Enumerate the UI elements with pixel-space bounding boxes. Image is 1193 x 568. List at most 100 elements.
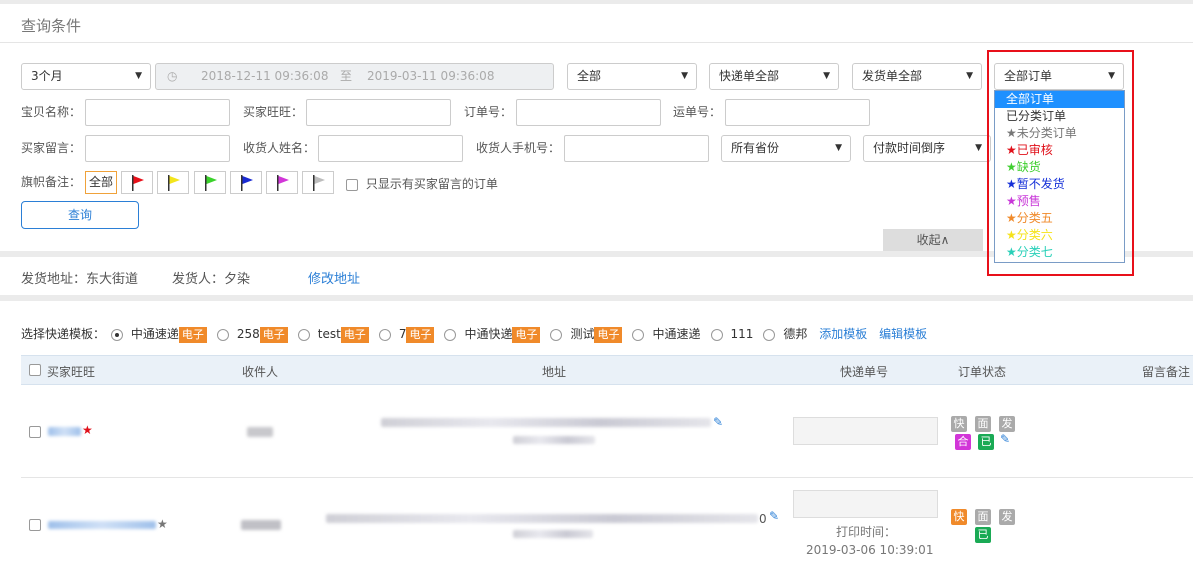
template-bar: 选择快递模板： 中通速递 电子 258 电子 test 电子 7 电子 中通快递 电子 测试 电子 中通… bbox=[21, 325, 927, 343]
row-checkbox[interactable] bbox=[29, 519, 41, 531]
receiver-name-label: 收货人姓名： bbox=[243, 141, 316, 155]
template-radio[interactable] bbox=[710, 328, 723, 341]
badge-fa: 发 bbox=[999, 509, 1015, 525]
red-flag-icon bbox=[132, 175, 144, 191]
print-time-value: 2019-03-06 10:39:01 bbox=[806, 543, 934, 557]
flag-purple-button[interactable] bbox=[266, 171, 298, 194]
period-value: 3个月 bbox=[31, 69, 63, 83]
waybill-no-input[interactable] bbox=[725, 99, 870, 126]
status-select[interactable]: 全部 ▼ bbox=[567, 63, 697, 90]
print-time-label: 打印时间： bbox=[836, 525, 897, 539]
chevron-down-icon: ▼ bbox=[966, 71, 973, 81]
flag-yellow-button[interactable] bbox=[157, 171, 189, 194]
buyer-msg-input[interactable] bbox=[85, 135, 230, 162]
express-filter-value: 快递单全部 bbox=[719, 69, 780, 83]
flag-blue-button[interactable] bbox=[230, 171, 262, 194]
yellow-flag-icon bbox=[168, 175, 180, 191]
order-no-input[interactable] bbox=[516, 99, 661, 126]
template-name: 测试 bbox=[570, 327, 595, 341]
template-option[interactable]: 中通速递 电子 bbox=[110, 326, 207, 343]
orders-panel: 选择快递模板： 中通速递 电子 258 电子 test 电子 7 电子 中通快递 电子 测试 电子 中通… bbox=[0, 301, 1193, 568]
template-option[interactable]: 中通快递 电子 bbox=[444, 326, 541, 343]
select-all-checkbox[interactable] bbox=[29, 364, 41, 376]
flag-green-button[interactable] bbox=[194, 171, 226, 194]
address-blurred-line2 bbox=[513, 530, 593, 538]
address-blurred bbox=[326, 514, 758, 523]
search-button[interactable]: 查询 bbox=[21, 201, 139, 229]
add-template-link[interactable]: 添加模板 bbox=[819, 327, 867, 341]
flag-gray-button[interactable] bbox=[302, 171, 334, 194]
badge-mian: 面 bbox=[975, 509, 991, 525]
template-radio[interactable] bbox=[378, 328, 391, 341]
template-option[interactable]: 测试 电子 bbox=[550, 326, 623, 343]
ship-filter-select[interactable]: 发货单全部 ▼ bbox=[852, 63, 982, 90]
receiver-phone-input[interactable] bbox=[564, 135, 709, 162]
province-select[interactable]: 所有省份 ▼ bbox=[721, 135, 851, 162]
buyer-ww-input[interactable] bbox=[306, 99, 451, 126]
waybill-no-label: 运单号： bbox=[673, 105, 722, 119]
template-radio[interactable] bbox=[297, 328, 310, 341]
template-option[interactable]: 德邦 bbox=[763, 327, 807, 341]
badge-he: 合 bbox=[955, 434, 971, 450]
edit-address-icon[interactable]: ✎ bbox=[713, 415, 723, 429]
chevron-down-icon: ▼ bbox=[975, 143, 982, 153]
buyer-ww-label: 买家旺旺： bbox=[243, 105, 304, 119]
electronic-tag: 电子 bbox=[259, 326, 288, 343]
template-label: 选择快递模板： bbox=[21, 327, 106, 341]
electronic-tag: 电子 bbox=[512, 326, 541, 343]
header-remarks: 留言备注 bbox=[1142, 365, 1191, 379]
receiver-blurred bbox=[241, 520, 281, 530]
collapse-button[interactable]: 收起∧ bbox=[883, 229, 983, 251]
period-select[interactable]: 3个月 ▼ bbox=[21, 63, 151, 90]
template-option[interactable]: 258 电子 bbox=[216, 326, 288, 343]
chevron-down-icon: ▼ bbox=[681, 71, 688, 81]
header-address: 地址 bbox=[542, 365, 567, 379]
buyer-msg-label: 买家留言： bbox=[21, 141, 82, 155]
address-blurred bbox=[381, 418, 711, 427]
table-row[interactable]: ★ ✎ 快 面 发 合 已 ✎ bbox=[21, 386, 1193, 478]
ship-filter-value: 发货单全部 bbox=[862, 69, 923, 83]
province-value: 所有省份 bbox=[731, 141, 780, 155]
template-radio[interactable] bbox=[550, 328, 563, 341]
badge-yi: 已 bbox=[978, 434, 994, 450]
item-name-input[interactable] bbox=[85, 99, 230, 126]
waybill-input[interactable] bbox=[793, 490, 938, 518]
flag-all-button[interactable]: 全部 bbox=[85, 171, 117, 194]
template-name: 中通速递 bbox=[652, 327, 701, 341]
only-msg-checkbox[interactable] bbox=[346, 178, 358, 191]
row-checkbox[interactable] bbox=[29, 426, 41, 438]
template-option[interactable]: 中通速递 bbox=[632, 327, 701, 341]
clock-icon: ◷ bbox=[167, 69, 178, 83]
waybill-input[interactable] bbox=[793, 417, 938, 445]
date-range-input[interactable]: ◷ 2018-12-11 09:36:08 至 2019-03-11 09:36… bbox=[155, 63, 554, 90]
table-row[interactable]: ★ 0 ✎ 打印时间： 2019-03-06 10:39:01 快 面 发 已 bbox=[21, 479, 1193, 568]
template-radio[interactable] bbox=[763, 328, 776, 341]
badge-mian: 面 bbox=[975, 416, 991, 432]
flag-red-button[interactable] bbox=[121, 171, 153, 194]
only-msg-label: 只显示有买家留言的订单 bbox=[365, 177, 498, 191]
only-msg-option[interactable]: 只显示有买家留言的订单 bbox=[346, 175, 498, 192]
receiver-phone-label: 收货人手机号： bbox=[476, 141, 561, 155]
highlight-box bbox=[987, 50, 1134, 276]
express-filter-select[interactable]: 快递单全部 ▼ bbox=[709, 63, 839, 90]
template-radio[interactable] bbox=[632, 328, 645, 341]
gray-flag-icon bbox=[313, 175, 325, 191]
template-radio[interactable] bbox=[110, 328, 123, 341]
item-name-label: 宝贝名称： bbox=[21, 105, 82, 119]
edit-address-icon[interactable]: ✎ bbox=[769, 509, 779, 523]
template-name: 中通速递 bbox=[130, 327, 179, 341]
template-name: 德邦 bbox=[783, 327, 808, 341]
header-receiver: 收件人 bbox=[242, 365, 279, 379]
modify-address-link[interactable]: 修改地址 bbox=[308, 268, 360, 287]
badge-kuai: 快 bbox=[951, 509, 967, 525]
receiver-name-input[interactable] bbox=[318, 135, 463, 162]
edit-template-link[interactable]: 编辑模板 bbox=[879, 327, 927, 341]
template-option[interactable]: test 电子 bbox=[297, 326, 369, 343]
template-option[interactable]: 111 bbox=[710, 327, 753, 341]
template-radio[interactable] bbox=[216, 328, 229, 341]
template-radio[interactable] bbox=[444, 328, 457, 341]
sort-select[interactable]: 付款时间倒序 ▼ bbox=[863, 135, 991, 162]
template-option[interactable]: 7 电子 bbox=[378, 326, 435, 343]
edit-status-icon[interactable]: ✎ bbox=[1000, 432, 1010, 446]
status-value: 全部 bbox=[577, 69, 602, 83]
